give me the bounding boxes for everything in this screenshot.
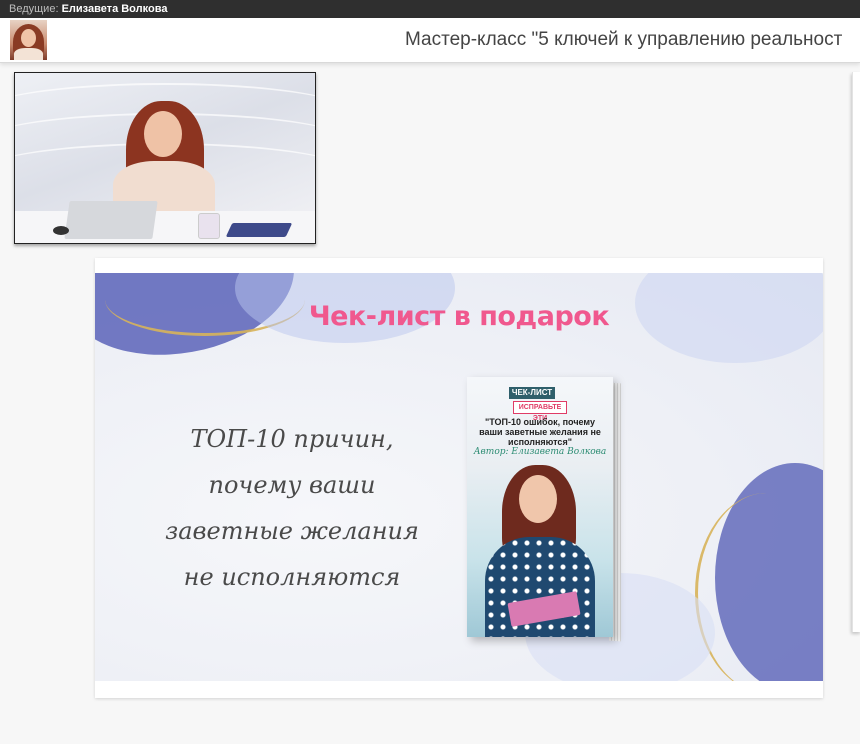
slide-text-line: почему ваши (208, 471, 376, 499)
book-stamp: ИСПРАВЬТЕ ЭТИ (513, 401, 567, 422)
slide-text-line: не исполняются (183, 563, 401, 591)
slide-text: ТОП-10 причин, почему ваши заветные жела… (157, 421, 427, 605)
book-author: Автор: Елизавета Волкова (473, 447, 607, 457)
avatar[interactable] (10, 20, 47, 60)
checklist-book: ЧЕК-ЛИСТ ИСПРАВЬТЕ ЭТИ "ТОП-10 ошибок, п… (467, 377, 621, 642)
header-bar: Мастер-класс "5 ключей к управлению реал… (0, 18, 860, 63)
host-video[interactable] (14, 72, 316, 244)
book-cover: ЧЕК-ЛИСТ ИСПРАВЬТЕ ЭТИ "ТОП-10 ошибок, п… (467, 377, 613, 637)
host-label: Ведущие: (9, 3, 59, 15)
page-title: Мастер-класс "5 ключей к управлению реал… (405, 29, 843, 50)
presentation-slide: Чек-лист в подарок ТОП-10 причин, почему… (95, 258, 823, 698)
book-tag: ЧЕК-ЛИСТ (509, 387, 555, 399)
slide-text-line: заветные желания (165, 517, 419, 545)
top-bar: Ведущие: Елизавета Волкова (0, 0, 860, 18)
slide-text-line: ТОП-10 причин, (190, 425, 394, 453)
slide-title: Чек-лист в подарок (308, 301, 610, 332)
slide-canvas: Чек-лист в подарок ТОП-10 причин, почему… (95, 273, 823, 681)
host-name: Елизавета Волкова (61, 3, 168, 15)
book-subtitle: "ТОП-10 ошибок, почему ваши заветные жел… (479, 417, 601, 447)
side-panel[interactable] (852, 72, 860, 632)
